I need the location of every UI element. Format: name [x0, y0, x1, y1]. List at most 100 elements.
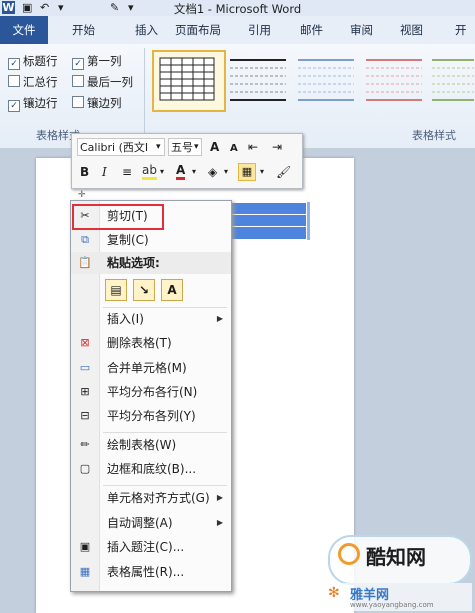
- group-divider: [144, 48, 145, 142]
- option-first-column[interactable]: ✓ 第一列: [72, 52, 122, 70]
- selected-table-cells[interactable]: [226, 203, 306, 239]
- shrink-font-button[interactable]: A: [230, 140, 238, 158]
- menu-item-table-properties[interactable]: ▦ 表格属性(R)...: [71, 561, 231, 583]
- cut-highlight-box: [72, 204, 164, 230]
- decrease-indent-icon[interactable]: ⇤: [248, 138, 258, 156]
- menu-separator: [103, 432, 227, 433]
- tab-page-layout[interactable]: 页面布局: [175, 16, 221, 44]
- chevron-down-icon: ▾: [260, 167, 265, 176]
- window-title: 文档1 - Microsoft Word: [173, 2, 302, 16]
- table-row-line: [226, 214, 306, 215]
- submenu-arrow-icon: ▶: [216, 493, 223, 502]
- tab-home[interactable]: 开始: [72, 16, 95, 44]
- paste-text-only-button[interactable]: A: [161, 279, 183, 301]
- font-color-button[interactable]: A: [176, 163, 186, 180]
- table-style-blue[interactable]: [296, 54, 356, 104]
- shading-icon[interactable]: ◈: [208, 163, 217, 181]
- table-row-line: [226, 226, 306, 227]
- submenu-arrow-icon: ▶: [216, 314, 223, 323]
- checkbox-icon: ✓: [8, 58, 20, 70]
- checkbox-icon: ✓: [8, 100, 20, 112]
- watermark: 酷知网 ✻ 雅羊网 www.yaoyangbang.com: [320, 535, 475, 613]
- menu-item-distribute-rows[interactable]: ⊞ 平均分布各行(N): [71, 381, 231, 403]
- chevron-down-icon: ▾: [156, 142, 161, 152]
- checkbox-icon: [8, 75, 20, 87]
- mini-toolbar: Calibri (西文I ▾ 五号 ▾ A A ⇤ ⇥ B I ≡ ab ▾ A…: [71, 133, 303, 189]
- grow-font-button[interactable]: A: [210, 138, 219, 156]
- chevron-down-icon: ▾: [194, 142, 199, 152]
- copy-icon: ⧉: [81, 233, 89, 246]
- highlight-color-icon[interactable]: ab: [142, 163, 157, 180]
- table-move-handle-icon[interactable]: ✛: [78, 190, 86, 200]
- menu-item-merge-cells[interactable]: ▭ 合并单元格(M): [71, 357, 231, 379]
- borders-icon: ▢: [79, 462, 91, 475]
- center-align-icon[interactable]: ≡: [122, 163, 132, 181]
- menu-item-borders-shading[interactable]: ▢ 边框和底纹(B)...: [71, 458, 231, 480]
- brand-logo-icon: [338, 543, 360, 565]
- tab-file[interactable]: 文件: [0, 16, 48, 44]
- checkbox-icon: ✓: [72, 58, 84, 70]
- menu-item-autofit[interactable]: 自动调整(A) ▶: [71, 512, 231, 534]
- paste-options-row: ▤ ↘ A: [105, 279, 195, 301]
- wifi-logo-icon: ✻: [328, 585, 340, 601]
- tab-review[interactable]: 审阅: [350, 16, 373, 44]
- table-style-plain[interactable]: [228, 54, 288, 104]
- tab-references[interactable]: 引用: [248, 16, 271, 44]
- increase-indent-icon[interactable]: ⇥: [272, 138, 282, 156]
- menu-item-distribute-columns[interactable]: ⊟ 平均分布各列(Y): [71, 405, 231, 427]
- checkbox-icon: [72, 75, 84, 87]
- paste-merge-formatting-icon[interactable]: ↘: [133, 279, 155, 301]
- ribbon-tabs: 文件 开始 插入 页面布局 引用 邮件 审阅 视图 开: [0, 16, 475, 45]
- menu-item-delete-table[interactable]: ⊠ 删除表格(T): [71, 332, 231, 354]
- group-label-table-styles: 表格样式: [412, 129, 456, 142]
- draw-table-icon: ✏: [80, 438, 90, 451]
- option-banded-columns[interactable]: 镶边列: [72, 94, 122, 112]
- context-menu: ✂ 剪切(T) ⧉ 复制(C) 📋 粘贴选项: ▤ ↘ A 插入(I) ▶ ⊠ …: [70, 200, 232, 592]
- watermark-url: www.yaoyangbang.com: [350, 601, 434, 609]
- table-properties-icon: ▦: [79, 565, 91, 578]
- tab-insert[interactable]: 插入: [135, 16, 158, 44]
- menu-item-insert[interactable]: 插入(I) ▶: [71, 308, 231, 330]
- table-right-border: [307, 202, 310, 240]
- menu-item-insert-caption[interactable]: ▣ 插入题注(C)...: [71, 536, 231, 558]
- distribute-columns-icon: ⊟: [80, 409, 90, 422]
- table-style-blue-icon: [298, 59, 354, 101]
- table-style-grid[interactable]: [152, 50, 226, 112]
- format-painter-icon[interactable]: 🖌: [276, 163, 291, 181]
- merge-cells-icon: ▭: [79, 361, 91, 374]
- option-header-row[interactable]: ✓ 标题行: [8, 52, 58, 70]
- caption-icon: ▣: [79, 540, 91, 553]
- borders-button-icon[interactable]: ▦: [238, 163, 256, 181]
- tab-more[interactable]: 开: [455, 16, 467, 44]
- option-last-column[interactable]: 最后一列: [72, 73, 133, 91]
- submenu-arrow-icon: ▶: [216, 518, 223, 527]
- bold-button[interactable]: B: [80, 163, 89, 181]
- option-banded-rows[interactable]: ✓ 镶边行: [8, 94, 58, 112]
- chevron-down-icon: ▾: [192, 167, 197, 176]
- table-style-red[interactable]: [364, 54, 424, 104]
- delete-table-icon: ⊠: [80, 336, 90, 349]
- chevron-down-icon: ▾: [160, 167, 165, 176]
- paste-icon: 📋: [78, 256, 92, 269]
- distribute-rows-icon: ⊞: [80, 385, 90, 398]
- title-bar: W ▣ ↶ ▾ ✎ ▾ 文档1 - Microsoft Word: [0, 0, 475, 17]
- paste-keep-formatting-icon[interactable]: ▤: [105, 279, 127, 301]
- table-style-plain-icon: [230, 59, 286, 101]
- menu-item-cell-alignment[interactable]: 单元格对齐方式(G) ▶: [71, 487, 231, 509]
- chevron-down-icon: ▾: [224, 167, 229, 176]
- font-name-select[interactable]: Calibri (西文I: [77, 138, 165, 156]
- italic-button[interactable]: I: [102, 163, 107, 181]
- menu-item-copy[interactable]: ⧉ 复制(C): [71, 229, 231, 251]
- option-total-row[interactable]: 汇总行: [8, 73, 58, 91]
- menu-separator: [103, 485, 227, 486]
- menu-item-paste-options: 📋 粘贴选项:: [71, 252, 231, 274]
- table-style-grid-icon: [159, 57, 215, 101]
- table-style-green-icon: [432, 59, 474, 101]
- watermark-brand: 酷知网: [366, 545, 426, 569]
- tab-mailings[interactable]: 邮件: [300, 16, 323, 44]
- tab-view[interactable]: 视图: [400, 16, 423, 44]
- table-style-red-icon: [366, 59, 422, 101]
- table-style-green[interactable]: [430, 54, 474, 104]
- checkbox-icon: [72, 96, 84, 108]
- menu-item-draw-table[interactable]: ✏ 绘制表格(W): [71, 434, 231, 456]
